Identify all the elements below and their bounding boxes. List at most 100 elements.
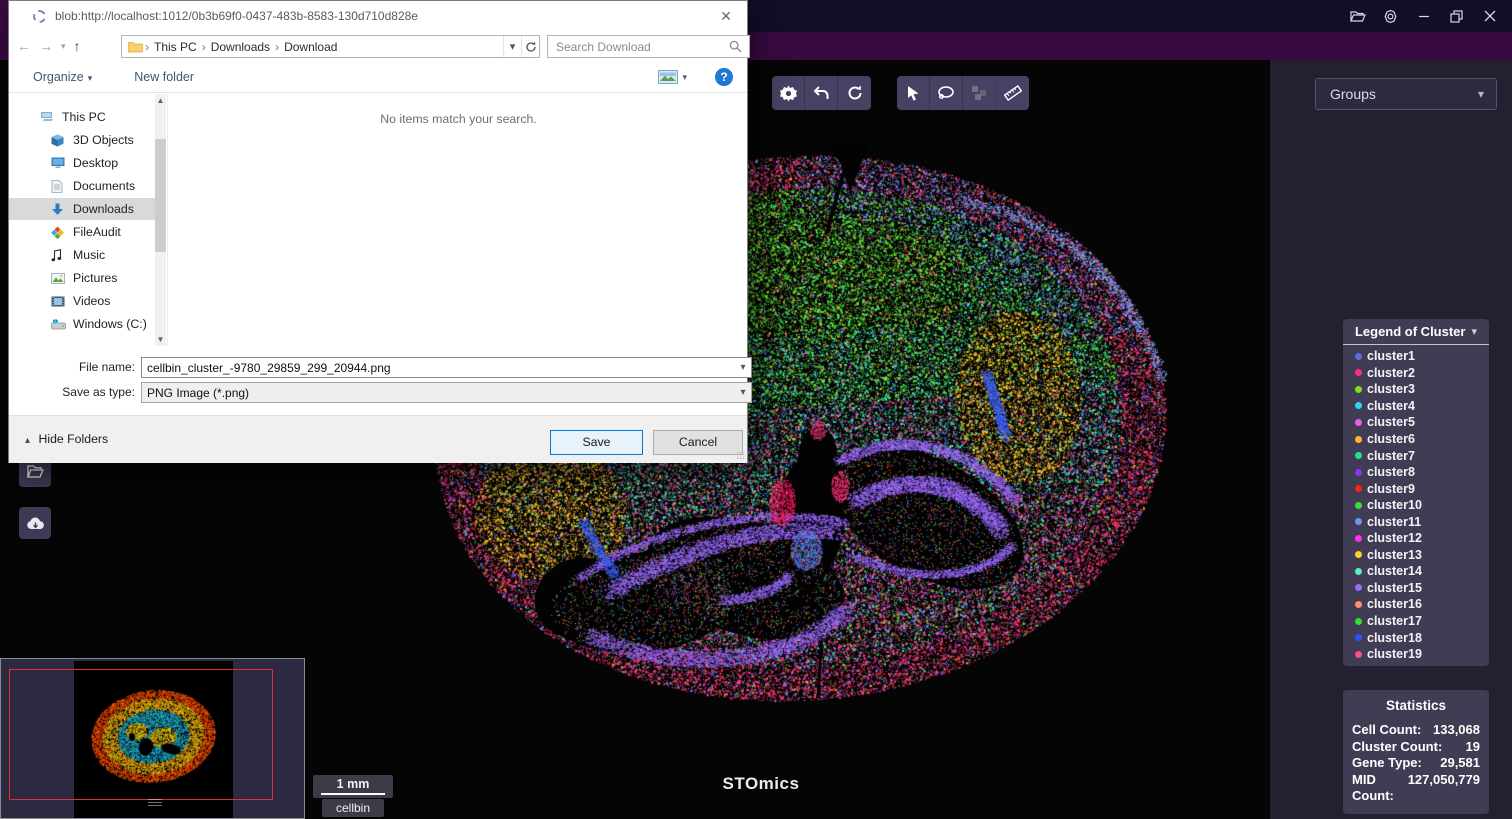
legend-item[interactable]: cluster10 bbox=[1355, 497, 1489, 514]
ruler-tool-button[interactable] bbox=[996, 76, 1029, 110]
redo-refresh-button[interactable] bbox=[838, 76, 871, 110]
save-type-select[interactable]: PNG Image (*.png) ▾ bbox=[141, 382, 752, 403]
sidebar-item-windows-c[interactable]: Windows (C:) bbox=[51, 313, 147, 335]
legend-item[interactable]: cluster19 bbox=[1355, 646, 1489, 663]
brush-select-tool-button[interactable] bbox=[963, 76, 996, 110]
chevron-down-icon[interactable]: ▾ bbox=[735, 387, 751, 398]
legend-item[interactable]: cluster11 bbox=[1355, 513, 1489, 530]
cluster-color-dot bbox=[1355, 452, 1362, 459]
sidebar-item-pictures[interactable]: Pictures bbox=[51, 267, 117, 289]
breadcrumb-chevron: › bbox=[275, 40, 279, 54]
folder-icon bbox=[128, 41, 143, 53]
breadcrumb-download[interactable]: Download bbox=[284, 40, 337, 54]
restore-icon[interactable] bbox=[1440, 0, 1473, 32]
screen: 1 mm cellbin STOmics Groups ▾ Legend of … bbox=[0, 0, 1512, 819]
dialog-titlebar[interactable]: blob:http://localhost:1012/0b3b69f0-0437… bbox=[9, 1, 747, 31]
back-icon[interactable]: ← bbox=[17, 38, 31, 54]
new-folder-button[interactable]: New folder bbox=[134, 70, 194, 84]
open-folder-icon[interactable] bbox=[1341, 0, 1374, 32]
file-name-input[interactable]: cellbin_cluster_-9780_29859_299_20944.pn… bbox=[141, 357, 752, 378]
dialog-body: This PC 3D Objects Desktop Documents Dow… bbox=[9, 94, 747, 346]
sidebar-item-music[interactable]: Music bbox=[51, 244, 105, 266]
legend-item[interactable]: cluster16 bbox=[1355, 596, 1489, 613]
scroll-up-icon[interactable]: ▲ bbox=[155, 96, 166, 105]
download-cloud-button[interactable] bbox=[19, 507, 51, 539]
undo-button[interactable] bbox=[805, 76, 838, 110]
legend-item[interactable]: cluster4 bbox=[1355, 398, 1489, 415]
minimap-viewport-rect[interactable] bbox=[9, 669, 273, 800]
sidebar-item-this-pc[interactable]: This PC bbox=[40, 106, 106, 128]
sidebar-item-desktop[interactable]: Desktop bbox=[51, 152, 118, 174]
legend-item[interactable]: cluster17 bbox=[1355, 613, 1489, 630]
sidebar-item-documents[interactable]: Documents bbox=[51, 175, 135, 197]
legend-item[interactable]: cluster8 bbox=[1355, 464, 1489, 481]
cluster-label: cluster7 bbox=[1367, 449, 1415, 463]
minimap-panel[interactable] bbox=[0, 658, 305, 819]
cluster-color-dot bbox=[1355, 618, 1362, 625]
cluster-color-dot bbox=[1355, 436, 1362, 443]
forward-icon[interactable]: → bbox=[39, 38, 53, 54]
resize-grip[interactable]: ◫ bbox=[736, 450, 745, 461]
minimize-icon[interactable] bbox=[1407, 0, 1440, 32]
help-button[interactable]: ? bbox=[715, 68, 733, 86]
statistics-panel: Statistics Cell Count:133,068 Cluster Co… bbox=[1343, 690, 1489, 814]
view-selector-button[interactable]: ▾ bbox=[658, 70, 687, 84]
address-bar[interactable]: › This PC › Downloads › Download ▾ bbox=[121, 35, 540, 58]
music-note-icon bbox=[51, 248, 67, 262]
legend-item[interactable]: cluster1 bbox=[1355, 348, 1489, 365]
legend-panel: Legend of Cluster ▾ cluster1 cluster2 bbox=[1343, 319, 1489, 666]
legend-item[interactable]: cluster13 bbox=[1355, 547, 1489, 564]
search-placeholder: Search Download bbox=[556, 40, 729, 54]
search-input[interactable]: Search Download bbox=[547, 35, 750, 58]
sidebar-item-3d-objects[interactable]: 3D Objects bbox=[51, 129, 134, 151]
scalebar-mode-badge[interactable]: cellbin bbox=[322, 799, 384, 817]
document-icon bbox=[51, 179, 67, 193]
stat-row-cluster-count: Cluster Count:19 bbox=[1352, 739, 1480, 756]
history-chevron-icon[interactable]: ▾ bbox=[61, 41, 66, 52]
scrollbar-thumb[interactable] bbox=[155, 139, 166, 252]
dialog-footer: ▴ Hide Folders Save Cancel ◫ bbox=[9, 415, 747, 463]
lasso-tool-button[interactable] bbox=[930, 76, 963, 110]
chevron-down-icon: ▾ bbox=[1471, 325, 1477, 338]
organize-button[interactable]: Organize▾ bbox=[33, 70, 92, 84]
legend-item[interactable]: cluster7 bbox=[1355, 447, 1489, 464]
statistics-title: Statistics bbox=[1352, 698, 1480, 713]
close-icon[interactable] bbox=[1473, 0, 1506, 32]
legend-header[interactable]: Legend of Cluster ▾ bbox=[1343, 319, 1489, 345]
legend-item[interactable]: cluster15 bbox=[1355, 580, 1489, 597]
pointer-tool-button[interactable] bbox=[897, 76, 930, 110]
legend-item[interactable]: cluster14 bbox=[1355, 563, 1489, 580]
address-dropdown-icon[interactable]: ▾ bbox=[503, 36, 521, 57]
chevron-down-icon[interactable]: ▾ bbox=[735, 362, 751, 373]
legend-item[interactable]: cluster9 bbox=[1355, 480, 1489, 497]
legend-item[interactable]: cluster12 bbox=[1355, 530, 1489, 547]
cluster-label: cluster11 bbox=[1367, 515, 1421, 529]
scroll-down-icon[interactable]: ▼ bbox=[155, 335, 166, 344]
cluster-color-dot bbox=[1355, 518, 1362, 525]
up-icon[interactable]: ↑ bbox=[74, 38, 81, 54]
sidebar-item-downloads[interactable]: Downloads bbox=[9, 198, 155, 220]
breadcrumb-downloads[interactable]: Downloads bbox=[211, 40, 270, 54]
cancel-button[interactable]: Cancel bbox=[653, 430, 743, 455]
save-button[interactable]: Save bbox=[550, 430, 643, 455]
viewer-settings-button[interactable] bbox=[772, 76, 805, 110]
groups-dropdown[interactable]: Groups ▾ bbox=[1315, 78, 1497, 110]
sidebar-scrollbar[interactable]: ▲ ▼ bbox=[155, 94, 166, 346]
sidebar-item-fileaudit[interactable]: FileAudit bbox=[51, 221, 121, 243]
stat-row-cell-count: Cell Count:133,068 bbox=[1352, 722, 1480, 739]
legend-item[interactable]: cluster18 bbox=[1355, 629, 1489, 646]
legend-item[interactable]: cluster5 bbox=[1355, 414, 1489, 431]
legend-item[interactable]: cluster6 bbox=[1355, 431, 1489, 448]
breadcrumb-this-pc[interactable]: This PC bbox=[154, 40, 197, 54]
dialog-navbar: ← → ▾ ↑ › This PC › Downloads › Download… bbox=[9, 32, 747, 60]
viewer-select-toolbar bbox=[897, 76, 1029, 110]
hide-folders-button[interactable]: ▴ Hide Folders bbox=[25, 432, 108, 446]
refresh-icon[interactable] bbox=[521, 36, 539, 57]
legend-item[interactable]: cluster3 bbox=[1355, 381, 1489, 398]
legend-item[interactable]: cluster2 bbox=[1355, 365, 1489, 382]
save-type-label: Save as type: bbox=[15, 382, 135, 403]
sidebar-item-videos[interactable]: Videos bbox=[51, 290, 110, 312]
settings-gear-icon[interactable] bbox=[1374, 0, 1407, 32]
dialog-close-icon[interactable]: ✕ bbox=[715, 6, 737, 26]
cluster-color-dot bbox=[1355, 584, 1362, 591]
